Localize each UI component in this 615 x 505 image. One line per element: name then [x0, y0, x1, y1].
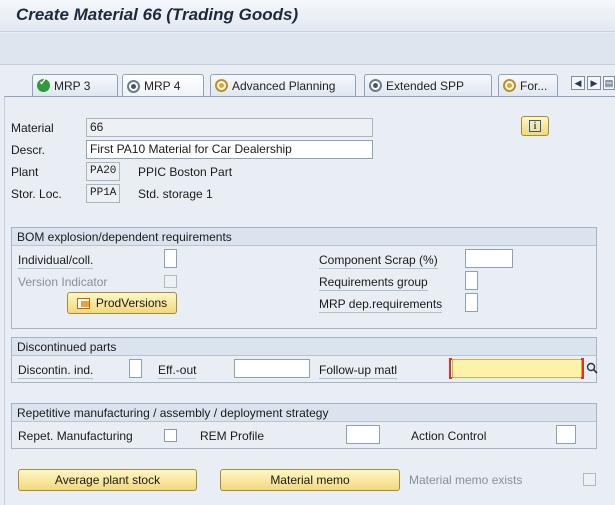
info-icon: i [529, 120, 541, 132]
tab-scroll-left-icon[interactable]: ◀ [571, 76, 585, 90]
tab-extended-spp[interactable]: Extended SPP [364, 74, 492, 96]
tab-label: MRP 4 [144, 79, 181, 93]
prodversions-button[interactable]: ProdVersions [67, 292, 177, 314]
tab-label: Extended SPP [386, 78, 465, 93]
repet-manufacturing-checkbox[interactable] [164, 429, 177, 442]
rem-profile-label: REM Profile [200, 429, 265, 443]
status-icon [215, 79, 228, 92]
application-toolbar [0, 33, 615, 65]
mrp-dep-requirements-label: MRP dep.requirements [319, 297, 443, 313]
check-icon [37, 77, 50, 92]
status-icon [503, 79, 516, 92]
eff-out-label: Eff.-out [158, 363, 197, 379]
action-control-field[interactable] [556, 425, 576, 444]
discontin-ind-field[interactable] [129, 359, 142, 378]
tab-mrp4[interactable]: MRP 4 [122, 74, 204, 97]
material-memo-exists-checkbox [583, 473, 596, 486]
component-scrap-label: Component Scrap (%) [319, 253, 438, 269]
plant-name: PPIC Boston Part [138, 165, 233, 179]
material-label: Material [11, 121, 54, 135]
version-indicator-label: Version Indicator [18, 275, 108, 289]
storloc-name: Std. storage 1 [138, 187, 213, 201]
tab-advanced-planning[interactable]: Advanced Planning [210, 74, 356, 96]
storloc-label: Stor. Loc. [11, 187, 62, 201]
tab-forecasting[interactable]: For... [498, 74, 558, 96]
repetitive-group-title: Repetitive manufacturing / assembly / de… [12, 404, 596, 422]
tab-label: MRP 3 [54, 78, 91, 93]
version-indicator-checkbox [164, 275, 177, 288]
info-button[interactable]: i [521, 116, 549, 136]
eff-out-field[interactable] [234, 359, 310, 378]
plant-label: Plant [11, 165, 39, 179]
status-icon [127, 79, 140, 93]
tab-scroll-right-icon[interactable]: ▶ [587, 76, 601, 90]
individual-coll-field[interactable] [164, 249, 177, 268]
prodversions-label: ProdVersions [95, 296, 168, 310]
discontinued-group-title: Discontinued parts [12, 338, 596, 356]
descr-field[interactable]: First PA10 Material for Car Dealership [86, 140, 373, 159]
plant-code-field: PA20 [86, 162, 120, 181]
status-icon [369, 79, 382, 92]
tab-list-icon[interactable]: ▤ [603, 76, 615, 90]
action-control-label: Action Control [411, 429, 487, 443]
storloc-code-field: PP1A [86, 184, 120, 203]
search-help-icon[interactable] [584, 360, 600, 376]
individual-coll-label: Individual/coll. [18, 253, 94, 269]
component-scrap-field[interactable] [465, 249, 513, 268]
requirements-group-field[interactable] [465, 271, 478, 290]
title-bar: Create Material 66 (Trading Goods) [0, 0, 615, 32]
requirements-group-label: Requirements group [319, 275, 428, 291]
rem-profile-field[interactable] [346, 425, 380, 444]
prodversions-icon [76, 297, 90, 309]
tab-mrp3[interactable]: MRP 3 [32, 74, 118, 96]
material-memo-button[interactable]: Material memo [220, 469, 400, 491]
bom-group-title: BOM explosion/dependent requirements [12, 228, 596, 246]
material-memo-exists-label: Material memo exists [409, 473, 523, 487]
repet-manufacturing-label: Repet. Manufacturing [18, 429, 133, 443]
material-field: 66 [86, 118, 373, 137]
window-title: Create Material 66 (Trading Goods) [16, 5, 299, 24]
followup-matl-label: Follow-up matl [319, 363, 398, 379]
discontin-ind-label: Discontin. ind. [18, 363, 94, 379]
average-plant-stock-button[interactable]: Average plant stock [18, 469, 197, 491]
followup-matl-field[interactable] [452, 359, 582, 378]
tab-label: For... [520, 78, 548, 93]
mrp-dep-requirements-field[interactable] [465, 293, 478, 312]
tab-strip: MRP 3 MRP 4 Advanced Planning Extended S… [0, 74, 615, 97]
descr-label: Descr. [11, 143, 46, 157]
tab-label: Advanced Planning [232, 78, 336, 93]
